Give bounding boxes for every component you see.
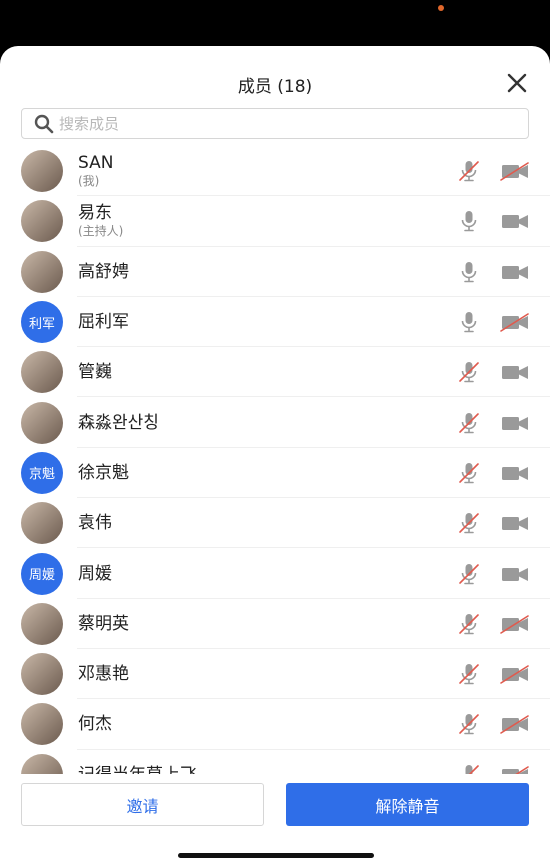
member-row[interactable]: SAN (我) [0, 146, 550, 197]
members-sheet: 成员 (18) SAN(我)易东(主持人)高舒娉利军屈利军管巍森淼완산칭京魁徐京… [0, 46, 550, 867]
member-name: 袁伟 [78, 513, 112, 534]
member-list: SAN (我) 易东 (主持人) 高舒娉 利军 屈利军 管巍 森淼완산칭 京魁 徐京魁 袁伟 周媛 周媛蔡… [0, 146, 550, 776]
mic-muted-icon[interactable] [457, 461, 481, 485]
mic-muted-icon[interactable] [457, 562, 481, 586]
camera-off-icon[interactable] [500, 712, 530, 736]
member-row[interactable]: 高舒娉 [0, 247, 550, 298]
close-button[interactable] [506, 72, 528, 94]
member-row[interactable]: 易东 (主持人) [0, 196, 550, 247]
member-name: 邓惠艳 [78, 664, 129, 685]
camera-icon[interactable] [500, 360, 530, 384]
search-box [21, 108, 529, 139]
avatar [21, 401, 63, 444]
avatar: 京魁 [21, 451, 63, 494]
search-icon [34, 114, 54, 133]
avatar [21, 502, 63, 545]
camera-off-icon[interactable] [500, 310, 530, 334]
camera-off-icon[interactable] [500, 612, 530, 636]
camera-icon[interactable] [500, 461, 530, 485]
avatar [21, 703, 63, 746]
mic-muted-icon[interactable] [457, 360, 481, 384]
avatar [21, 150, 63, 193]
member-row[interactable]: 管巍 [0, 347, 550, 398]
member-row[interactable]: 周媛 周媛 [0, 548, 550, 599]
member-name: 蔡明英 [78, 613, 129, 634]
close-icon [507, 73, 527, 93]
member-name-block: 高舒娉 [78, 262, 129, 282]
avatar: 利军 [21, 301, 63, 344]
member-name-block: 周媛 [78, 564, 112, 584]
mic-icon[interactable] [457, 209, 481, 233]
mic-muted-icon[interactable] [457, 511, 481, 535]
member-name: 屈利军 [78, 312, 129, 333]
mic-muted-icon[interactable] [457, 411, 481, 435]
member-name-block: 屈利军 [78, 312, 129, 332]
member-row[interactable]: 京魁 徐京魁 [0, 448, 550, 499]
avatar [21, 200, 63, 243]
avatar [21, 653, 63, 696]
mic-muted-icon[interactable] [457, 612, 481, 636]
mic-muted-icon[interactable] [457, 712, 481, 736]
member-role: (主持人) [78, 224, 124, 239]
member-row[interactable]: 邓惠艳 [0, 649, 550, 700]
camera-icon[interactable] [500, 411, 530, 435]
member-row[interactable]: 利军 屈利军 [0, 297, 550, 348]
member-name: 易东 [78, 203, 112, 224]
member-row[interactable]: 森淼완산칭 [0, 397, 550, 449]
invite-button[interactable]: 邀请 [21, 783, 264, 826]
member-row[interactable]: 何杰 [0, 699, 550, 750]
camera-off-icon[interactable] [500, 662, 530, 686]
member-name: SAN [78, 153, 114, 174]
member-name: 周媛 [78, 563, 112, 584]
mic-muted-icon[interactable] [457, 159, 481, 183]
member-name-block: 邓惠艳 [78, 664, 129, 684]
camera-icon[interactable] [500, 209, 530, 233]
search-input[interactable] [59, 114, 499, 133]
avatar [21, 753, 63, 776]
member-name: 高舒娉 [78, 261, 129, 282]
mic-icon[interactable] [457, 310, 481, 334]
member-name-block: SAN (我) [78, 153, 113, 189]
mic-icon[interactable] [457, 260, 481, 284]
camera-off-icon[interactable] [500, 159, 530, 183]
member-name: 何杰 [78, 714, 112, 735]
camera-icon[interactable] [500, 562, 530, 586]
member-name-block: 森淼완산칭 [78, 413, 159, 433]
member-name-block: 蔡明英 [78, 614, 129, 634]
page-title: 成员 (18) [237, 77, 313, 97]
camera-icon[interactable] [500, 511, 530, 535]
camera-icon[interactable] [500, 260, 530, 284]
avatar: 周媛 [21, 552, 63, 595]
member-name: 管巍 [78, 362, 112, 383]
home-indicator [178, 853, 374, 858]
avatar [21, 351, 63, 394]
member-name-block: 何杰 [78, 714, 112, 734]
member-name-block: 徐京魁 [78, 463, 129, 483]
member-row[interactable]: 袁伟 [0, 498, 550, 549]
mic-muted-icon[interactable] [457, 662, 481, 686]
member-name-block: 袁伟 [78, 513, 112, 533]
footer-bar: 邀请 解除静音 [0, 774, 550, 867]
unmute-button[interactable]: 解除静音 [286, 783, 529, 826]
member-name-block: 管巍 [78, 362, 112, 382]
member-name: 徐京魁 [78, 462, 129, 483]
member-role: (我) [78, 174, 100, 189]
member-name-block: 易东 (主持人) [78, 203, 123, 239]
member-name: 森淼완산칭 [78, 412, 159, 433]
member-row[interactable]: 蔡明英 [0, 599, 550, 650]
avatar [21, 250, 63, 293]
status-indicator-dot [438, 5, 444, 11]
avatar [21, 602, 63, 645]
member-row[interactable]: 记得当年草上飞 [0, 750, 550, 776]
